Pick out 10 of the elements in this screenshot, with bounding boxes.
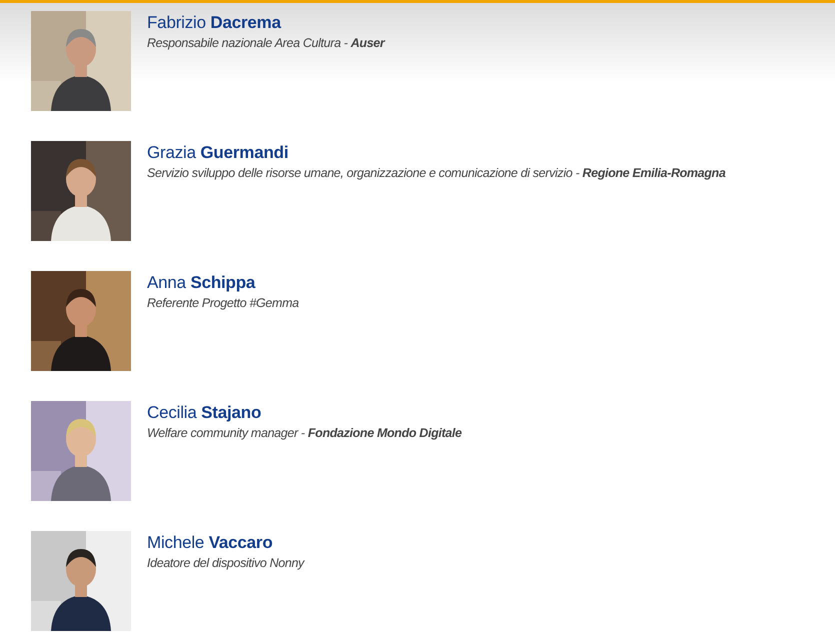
person-role: Servizio sviluppo delle risorse umane, organizzazione e comunicazione di servizio - Regione Emilia-Romagna (147, 165, 726, 182)
person-role: Ideatore del dispositivo Nonny (147, 555, 306, 572)
person-role: Referente Progetto #Gemma (147, 295, 300, 312)
person-name: Anna Schippa (147, 272, 256, 294)
person-name: Michele Vaccaro (147, 532, 274, 554)
person-name: Fabrizio Dacrema (147, 12, 282, 34)
person-name: Grazia Guermandi (147, 142, 290, 164)
person-name: Cecilia Stajano (147, 402, 262, 424)
person-role: Responsabile nazionale Area Cultura - Auser (147, 35, 386, 52)
person-role: Welfare community manager - Fondazione Mondo Digitale (147, 425, 463, 442)
